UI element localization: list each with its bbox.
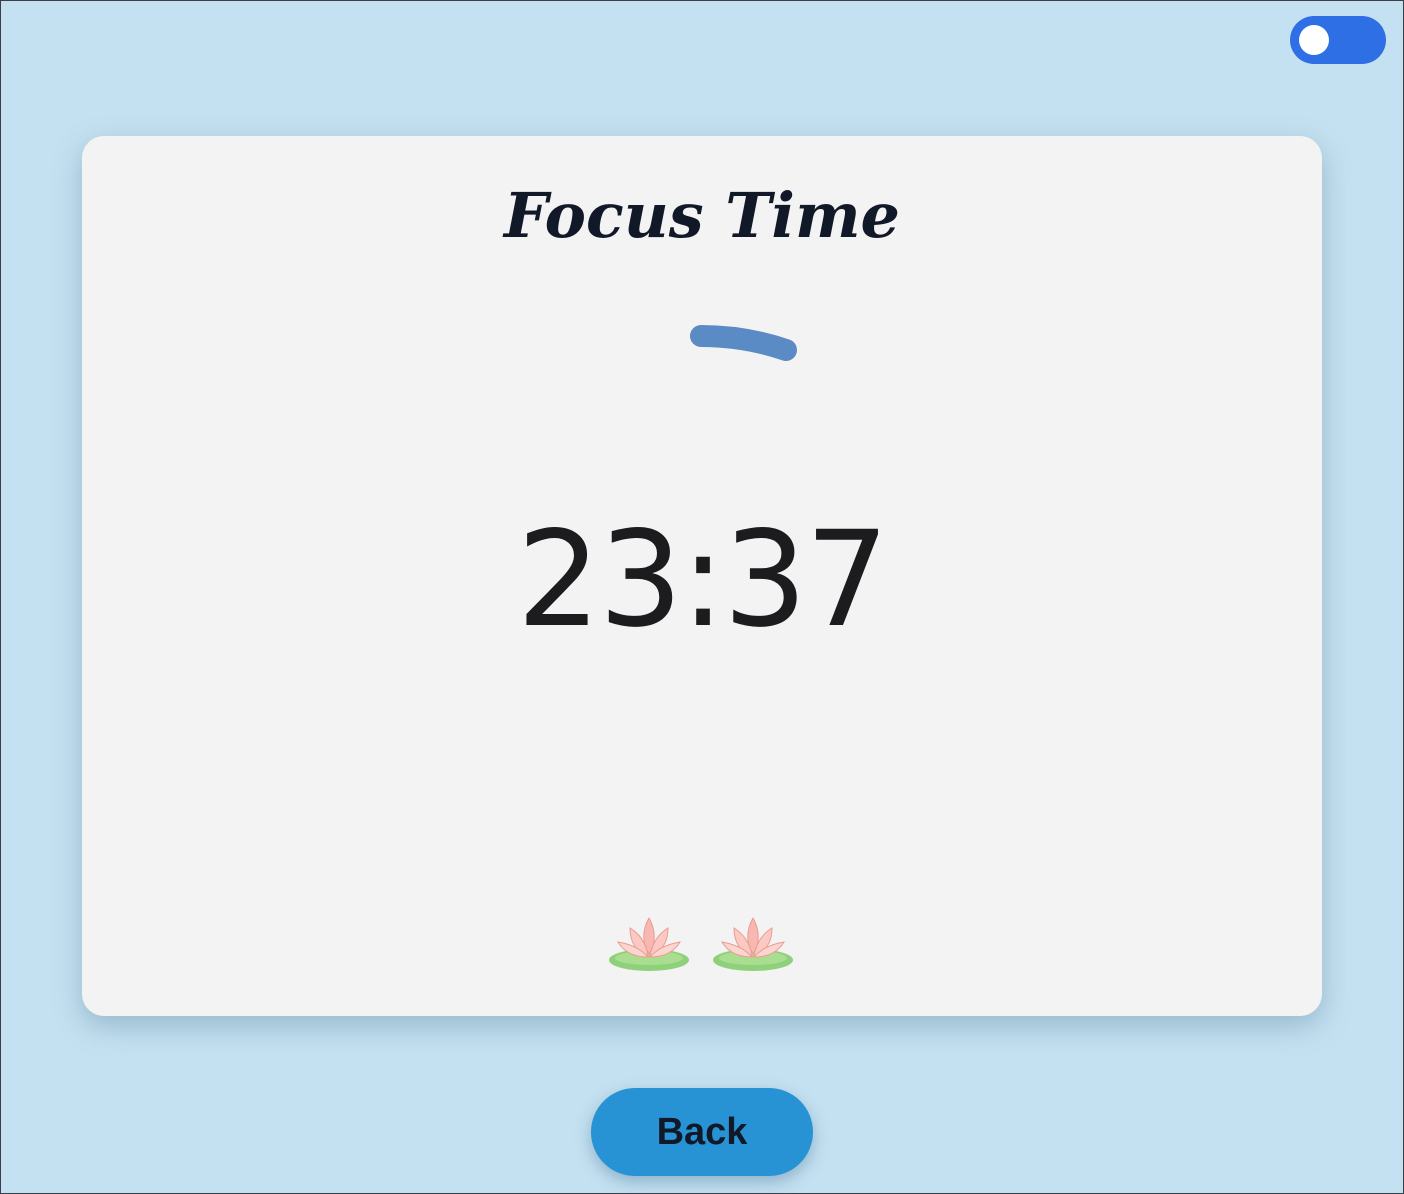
page-title: Focus Time xyxy=(503,179,901,252)
lotus-icon xyxy=(609,917,689,971)
timer-display: 23:37 xyxy=(516,503,889,657)
theme-toggle[interactable] xyxy=(1290,16,1386,64)
lotus-icon xyxy=(713,917,793,971)
toggle-knob xyxy=(1299,25,1329,55)
back-button[interactable]: Back xyxy=(591,1088,813,1176)
